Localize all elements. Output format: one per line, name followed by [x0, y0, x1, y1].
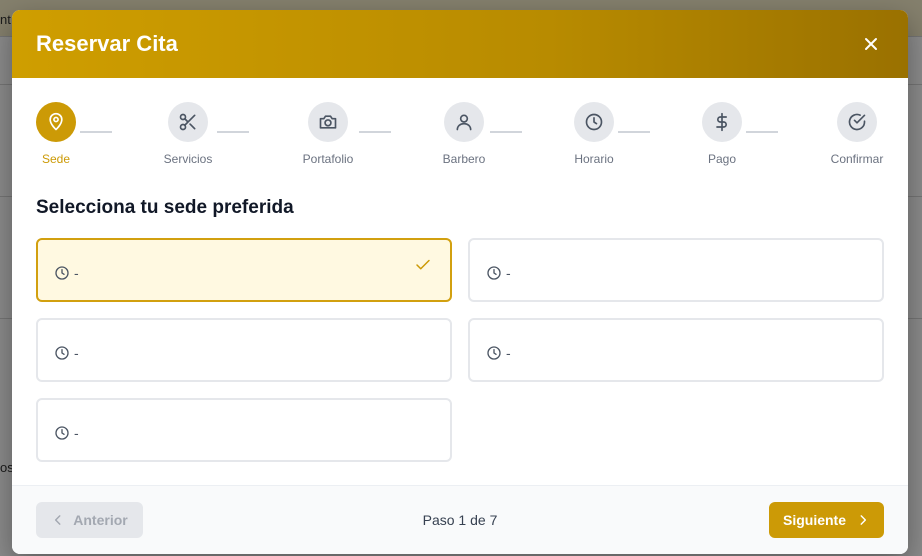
location-hours: - [54, 425, 79, 441]
step-circle [308, 102, 348, 142]
location-card[interactable]: - [468, 238, 884, 302]
location-hours-text: - [506, 265, 511, 281]
check-circle-icon [848, 113, 866, 131]
location-card[interactable]: - [36, 398, 452, 462]
step-circle [36, 102, 76, 142]
next-button[interactable]: Siguiente [769, 502, 884, 538]
step-circle [574, 102, 614, 142]
step-horario[interactable]: Horario [549, 102, 639, 166]
next-button-label: Siguiente [782, 512, 846, 528]
close-button[interactable] [854, 27, 888, 61]
close-icon [865, 38, 877, 50]
modal-header: Reservar Cita [12, 10, 908, 78]
step-label: Portafolio [302, 152, 354, 166]
location-hours: - [54, 345, 79, 361]
step-label: Pago [707, 152, 737, 166]
location-card[interactable]: - [468, 318, 884, 382]
location-card[interactable]: - [36, 238, 452, 302]
section-title: Selecciona tu sede preferida [36, 197, 294, 218]
step-circle [168, 102, 208, 142]
step-confirmar[interactable]: Confirmar [812, 102, 902, 166]
clock-icon [55, 346, 69, 360]
step-portafolio[interactable]: Portafolio [283, 102, 373, 166]
clock-icon [487, 346, 501, 360]
step-circle [444, 102, 484, 142]
clock-icon [55, 266, 69, 280]
step-label: Servicios [163, 152, 213, 166]
step-sede[interactable]: Sede [12, 102, 101, 166]
clock-icon [55, 426, 69, 440]
location-hours: - [54, 265, 79, 281]
step-pago[interactable]: Pago [677, 102, 767, 166]
location-card[interactable]: - [36, 318, 452, 382]
step-label: Horario [574, 152, 614, 166]
step-label: Confirmar [830, 152, 884, 166]
check-icon [416, 259, 430, 270]
step-circle [702, 102, 742, 142]
step-circle [837, 102, 877, 142]
map-pin-icon [49, 112, 63, 131]
location-hours-text: - [506, 345, 511, 361]
modal-title: Reservar Cita [36, 31, 178, 56]
step-label: Sede [41, 152, 71, 166]
clock-icon [585, 113, 603, 131]
scissors-icon [179, 113, 196, 131]
location-hours-text: - [74, 425, 79, 441]
location-hours: - [486, 265, 511, 281]
clock-icon [487, 266, 501, 280]
step-label: Barbero [442, 152, 486, 166]
booking-stepper: Sede Servicios Portafolio Barbero Horari… [12, 78, 908, 182]
booking-modal: Reservar Cita Sede Servicios Portafolio … [12, 10, 908, 554]
location-hours-text: - [74, 345, 79, 361]
camera-icon [319, 115, 337, 129]
step-barbero[interactable]: Barbero [419, 102, 509, 166]
dollar-icon [716, 112, 727, 132]
location-hours-text: - [74, 265, 79, 281]
user-icon [456, 114, 472, 131]
modal-footer: Anterior Paso 1 de 7 Siguiente [12, 485, 908, 554]
step-servicios[interactable]: Servicios [143, 102, 233, 166]
location-hours: - [486, 345, 511, 361]
chevron-right-icon [860, 515, 867, 525]
